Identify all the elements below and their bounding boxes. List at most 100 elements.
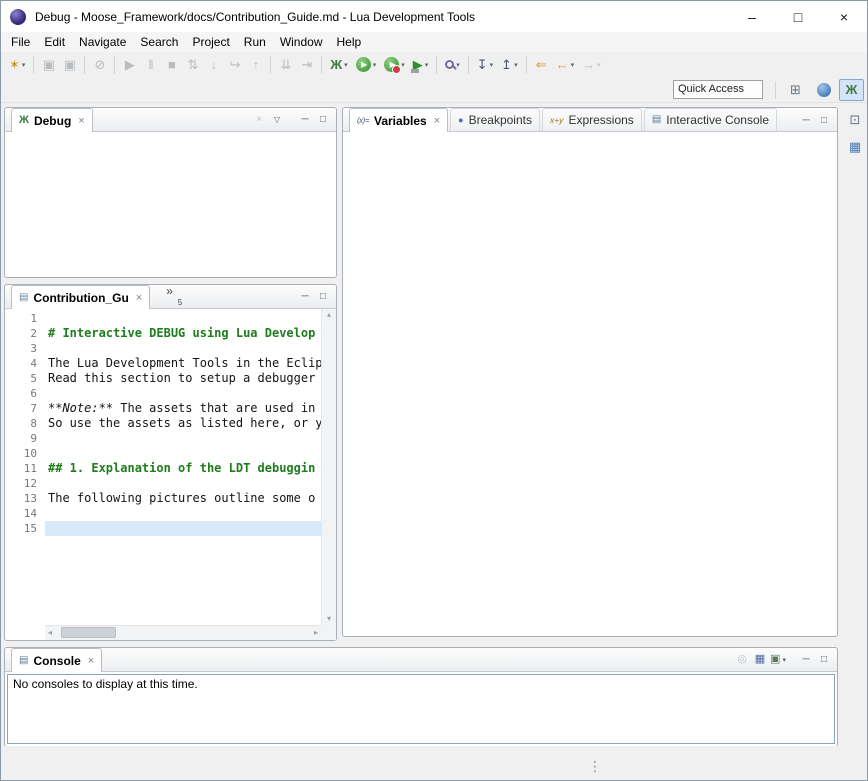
minimized-outline-view-icon: ▦ xyxy=(849,139,861,155)
scroll-right-icon[interactable]: ▸ xyxy=(314,629,318,637)
open-perspective-button[interactable]: ⊞ xyxy=(783,79,808,101)
app-icon xyxy=(10,9,26,25)
application-window: Debug - Moose_Framework/docs/Contributio… xyxy=(0,0,868,781)
sash-grip[interactable]: ⋮ xyxy=(589,752,601,780)
dropdown-arrow-icon[interactable]: ▾ xyxy=(344,61,348,69)
console-message: No consoles to display at this time. xyxy=(13,677,198,691)
previous-annotation-button[interactable]: ↥▾ xyxy=(497,54,521,76)
dropdown-arrow-icon[interactable]: ▾ xyxy=(456,61,460,69)
tab-debug[interactable]: Ж Debug × xyxy=(11,108,93,132)
tab-expressions[interactable]: x+yExpressions xyxy=(542,108,642,131)
forward-icon: → xyxy=(582,58,595,71)
menu-project[interactable]: Project xyxy=(185,33,236,51)
minimize-button[interactable]: ─ xyxy=(797,112,815,130)
scrollbar-corner xyxy=(321,625,336,640)
menu-window[interactable]: Window xyxy=(273,33,330,51)
close-tab-icon[interactable]: × xyxy=(434,115,440,127)
variables-view-content xyxy=(343,132,837,636)
back-button[interactable]: ←▾ xyxy=(552,54,579,76)
tab-contribution-guide[interactable]: ▤ Contribution_Gu × xyxy=(11,285,150,309)
back-icon: ← xyxy=(556,58,569,71)
tab-interactive-console[interactable]: ▤ Interactive Console xyxy=(644,108,777,131)
line-number: 12 xyxy=(5,476,37,491)
tab-interactive-console-label: Interactive Console xyxy=(666,113,769,127)
console-output: No consoles to display at this time. xyxy=(7,674,835,744)
line-number: 9 xyxy=(5,431,37,446)
minimize-button[interactable]: ─ xyxy=(296,288,314,306)
restore-minimized-view-button[interactable]: ⊡ xyxy=(845,110,865,130)
menu-file[interactable]: File xyxy=(4,33,37,51)
close-tab-icon[interactable]: × xyxy=(136,292,142,304)
code-area[interactable]: # Interactive DEBUG using Lua Develop The… xyxy=(45,309,321,625)
dropdown-arrow-icon[interactable]: ▾ xyxy=(373,61,377,69)
maximize-button[interactable]: □ xyxy=(314,111,332,129)
open-console-button[interactable]: ▣▾ xyxy=(769,651,787,669)
menu-edit[interactable]: Edit xyxy=(37,33,72,51)
main-toolbar: ✶▾▣▣⊘▶‖■⇅↓↪↑⇊⇥Ж▾▶▾▶▾▶▾●▾↧▾↥▾⇐←▾→▾ xyxy=(1,52,867,77)
maximize-button[interactable]: □ xyxy=(815,651,833,669)
minimized-outline-view-button[interactable]: ▦ xyxy=(845,137,865,157)
display-selected-console-button[interactable]: ▦ xyxy=(751,651,769,669)
tab-console-label: Console xyxy=(33,654,80,668)
ldt-perspective-button[interactable]: ● xyxy=(811,79,836,101)
dropdown-arrow-icon[interactable]: ▾ xyxy=(571,61,575,69)
run-button[interactable]: ▶▾ xyxy=(352,54,381,76)
maximize-window-button[interactable]: □ xyxy=(775,1,821,32)
dropdown-arrow-icon[interactable]: ▾ xyxy=(490,61,494,69)
interactive-console-view-icon: ▤ xyxy=(652,115,661,125)
scroll-left-icon[interactable]: ◂ xyxy=(48,629,52,637)
dropdown-arrow-icon[interactable]: ▾ xyxy=(782,656,786,664)
horizontal-scrollbar-thumb[interactable] xyxy=(61,627,116,638)
minimize-window-button[interactable]: – xyxy=(729,1,775,32)
search-icon: ● xyxy=(445,60,454,69)
dropdown-arrow-icon[interactable]: ▾ xyxy=(22,61,26,69)
code-line: The following pictures outline some o xyxy=(45,491,321,506)
open-perspective-icon: ⊞ xyxy=(790,82,801,98)
skip-all-breakpoints-button: ⊘ xyxy=(89,54,110,76)
line-number: 3 xyxy=(5,341,37,356)
close-tab-icon[interactable]: × xyxy=(88,655,94,667)
minimize-button[interactable]: ─ xyxy=(797,651,815,669)
close-window-button[interactable]: × xyxy=(821,1,867,32)
quick-access-input[interactable]: Quick Access xyxy=(673,80,763,99)
menu-bar: FileEditNavigateSearchProjectRunWindowHe… xyxy=(1,32,867,52)
scroll-up-icon[interactable]: ▴ xyxy=(327,311,331,319)
maximize-icon: □ xyxy=(821,655,827,665)
coverage-button[interactable]: ▶▾ xyxy=(380,54,409,76)
search-button[interactable]: ●▾ xyxy=(441,54,464,76)
maximize-button[interactable]: □ xyxy=(815,112,833,130)
close-tab-icon[interactable]: × xyxy=(78,115,84,127)
toolbar-separator xyxy=(321,56,322,74)
next-annotation-button[interactable]: ↧▾ xyxy=(473,54,497,76)
use-step-filters-icon: ⇥ xyxy=(301,58,312,71)
dropdown-arrow-icon[interactable]: ▾ xyxy=(401,61,405,69)
suspend-button: ‖ xyxy=(140,54,161,76)
breakpoints-view-icon: ● xyxy=(458,116,463,125)
maximize-button[interactable]: □ xyxy=(314,288,332,306)
new-wizard-button[interactable]: ✶▾ xyxy=(5,54,29,76)
code-line: # Interactive DEBUG using Lua Develop xyxy=(45,326,321,341)
tab-debug-label: Debug xyxy=(34,114,71,128)
last-edit-location-button[interactable]: ⇐ xyxy=(531,54,552,76)
menu-search[interactable]: Search xyxy=(133,33,185,51)
editor-tab-overflow-button[interactable]: » 5 xyxy=(164,286,182,306)
dropdown-arrow-icon[interactable]: ▾ xyxy=(425,61,429,69)
tab-console[interactable]: ▤ Console × xyxy=(11,648,102,672)
file-icon: ▤ xyxy=(19,293,28,303)
tab-variables[interactable]: (x)=Variables× xyxy=(349,108,448,132)
debug-perspective-button[interactable]: Ж xyxy=(839,79,864,101)
menu-navigate[interactable]: Navigate xyxy=(72,33,133,51)
tab-breakpoints[interactable]: ●Breakpoints xyxy=(450,108,540,131)
console-view-panel: ▤ Console × ◎▦▣▾─□ No consoles to displa… xyxy=(4,647,838,747)
debug-button[interactable]: Ж▾ xyxy=(326,54,351,76)
external-tools-button[interactable]: ▶▾ xyxy=(409,54,433,76)
view-menu-button[interactable]: ▽ xyxy=(268,111,286,129)
menu-run[interactable]: Run xyxy=(237,33,273,51)
previous-annotation-icon: ↥ xyxy=(501,58,512,71)
dropdown-arrow-icon[interactable]: ▾ xyxy=(514,61,518,69)
menu-help[interactable]: Help xyxy=(330,33,369,51)
scroll-down-icon[interactable]: ▾ xyxy=(327,615,331,623)
vertical-scrollbar[interactable]: ▴ ▾ xyxy=(321,309,336,625)
expressions-view-icon: x+y xyxy=(550,116,563,125)
minimize-button[interactable]: ─ xyxy=(296,111,314,129)
